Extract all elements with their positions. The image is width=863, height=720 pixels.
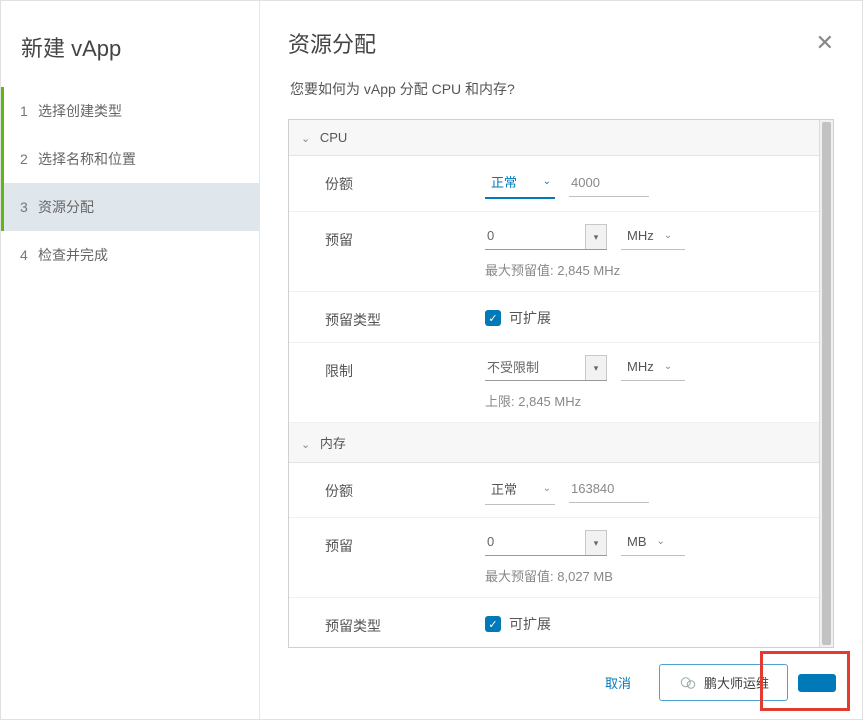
mem-expandable-checkbox[interactable]: ✓ 可扩展	[485, 610, 551, 634]
scrollbar[interactable]	[819, 120, 833, 647]
row-mem-reserve-type: 预留类型 ✓ 可扩展	[289, 598, 819, 647]
chevron-down-icon: ⌄	[301, 132, 310, 145]
label-cpu-reserve-type: 预留类型	[325, 304, 485, 330]
checkmark-icon: ✓	[485, 616, 501, 632]
chevron-down-icon: ⌄	[664, 361, 672, 372]
section-title: 内存	[320, 436, 346, 451]
step-resource-allocation[interactable]: 3 资源分配	[1, 183, 259, 231]
cpu-share-value-input[interactable]	[569, 171, 649, 197]
chevron-down-icon: ⌄	[543, 483, 551, 494]
wizard-header: 资源分配 ✕	[260, 1, 862, 79]
label-mem-reserve-type: 预留类型	[325, 610, 485, 636]
row-mem-share: 份额 正常 ⌄	[289, 463, 819, 518]
dropdown-value: 正常	[491, 172, 517, 191]
step-label: 检查并完成	[38, 245, 108, 265]
spinner-toggle-icon[interactable]: ▾	[585, 530, 607, 555]
unit-value: MB	[627, 534, 647, 549]
step-number: 1	[20, 103, 38, 119]
next-button[interactable]	[798, 674, 836, 692]
checkbox-label: 可扩展	[509, 614, 551, 634]
label-cpu-share: 份额	[325, 168, 485, 194]
spinner-toggle-icon[interactable]: ▾	[585, 355, 607, 380]
cpu-limit-input[interactable]	[485, 355, 585, 380]
section-header-memory[interactable]: ⌄ 内存	[289, 423, 819, 463]
page-prompt: 您要如何为 vApp 分配 CPU 和内存?	[288, 79, 834, 99]
step-select-name-location[interactable]: 2 选择名称和位置	[1, 135, 259, 183]
wechat-icon	[678, 674, 698, 692]
mem-reserve-input[interactable]	[485, 530, 585, 555]
cpu-limit-spinner[interactable]: ▾	[485, 355, 607, 381]
close-icon[interactable]: ✕	[816, 30, 834, 56]
cpu-share-level-dropdown[interactable]: 正常 ⌄	[485, 168, 555, 199]
cpu-expandable-checkbox[interactable]: ✓ 可扩展	[485, 304, 551, 328]
wizard-sidebar: 新建 vApp 1 选择创建类型 2 选择名称和位置 3 资源分配 4 检查并完…	[1, 1, 260, 719]
label-cpu-limit: 限制	[325, 355, 485, 381]
cpu-reserve-unit-select[interactable]: MHz ⌄	[621, 224, 685, 250]
checkmark-icon: ✓	[485, 310, 501, 326]
spinner-toggle-icon[interactable]: ▾	[585, 224, 607, 249]
section-header-cpu[interactable]: ⌄ CPU	[289, 120, 819, 156]
section-title: CPU	[320, 130, 347, 145]
cpu-limit-hint: 上限: 2,845 MHz	[485, 391, 807, 410]
dropdown-value: 正常	[491, 479, 517, 498]
row-cpu-share: 份额 正常 ⌄	[289, 156, 819, 212]
cpu-reserve-spinner[interactable]: ▾	[485, 224, 607, 250]
unit-value: MHz	[627, 228, 654, 243]
mem-reserve-hint: 最大预留值: 8,027 MB	[485, 566, 807, 585]
step-number: 4	[20, 247, 38, 263]
label-mem-share: 份额	[325, 475, 485, 501]
back-button-label: 鹏大师运维	[704, 673, 769, 692]
chevron-down-icon: ⌄	[664, 230, 672, 241]
chevron-down-icon: ⌄	[301, 438, 310, 451]
step-label: 资源分配	[38, 197, 94, 217]
page-title: 资源分配	[288, 27, 376, 59]
label-mem-reserve: 预留	[325, 530, 485, 556]
step-label: 选择创建类型	[38, 101, 122, 121]
cpu-reserve-input[interactable]	[485, 224, 585, 249]
mem-reserve-unit-select[interactable]: MB ⌄	[621, 530, 685, 556]
step-label: 选择名称和位置	[38, 149, 136, 169]
vapp-wizard-dialog: 新建 vApp 1 选择创建类型 2 选择名称和位置 3 资源分配 4 检查并完…	[0, 0, 863, 720]
wizard-footer: 取消 鹏大师运维	[260, 648, 862, 719]
unit-value: MHz	[627, 359, 654, 374]
resource-form-container: ⌄ CPU 份额 正常 ⌄	[288, 119, 834, 648]
resource-form: ⌄ CPU 份额 正常 ⌄	[289, 120, 819, 647]
checkbox-label: 可扩展	[509, 308, 551, 328]
row-cpu-limit: 限制 ▾ MHz ⌄	[289, 343, 819, 423]
wizard-main: 资源分配 ✕ 您要如何为 vApp 分配 CPU 和内存? ⌄ CPU 份额	[260, 1, 862, 719]
wizard-title: 新建 vApp	[1, 21, 259, 87]
mem-share-value-input[interactable]	[569, 477, 649, 503]
step-number: 3	[20, 199, 38, 215]
chevron-down-icon: ⌄	[657, 536, 665, 547]
label-cpu-reserve: 预留	[325, 224, 485, 250]
cpu-reserve-hint: 最大预留值: 2,845 MHz	[485, 260, 807, 279]
back-button[interactable]: 鹏大师运维	[659, 664, 788, 701]
row-mem-reserve: 预留 ▾ MB ⌄	[289, 518, 819, 598]
wizard-content: 您要如何为 vApp 分配 CPU 和内存? ⌄ CPU 份额 正常	[260, 79, 862, 648]
cancel-button[interactable]: 取消	[587, 665, 649, 700]
step-review-complete[interactable]: 4 检查并完成	[1, 231, 259, 279]
row-cpu-reserve: 预留 ▾ MHz ⌄	[289, 212, 819, 292]
chevron-down-icon: ⌄	[543, 176, 551, 187]
step-select-type[interactable]: 1 选择创建类型	[1, 87, 259, 135]
scrollbar-thumb[interactable]	[822, 122, 831, 645]
mem-share-level-dropdown[interactable]: 正常 ⌄	[485, 475, 555, 505]
step-number: 2	[20, 151, 38, 167]
mem-reserve-spinner[interactable]: ▾	[485, 530, 607, 556]
row-cpu-reserve-type: 预留类型 ✓ 可扩展	[289, 292, 819, 343]
cpu-limit-unit-select[interactable]: MHz ⌄	[621, 355, 685, 381]
